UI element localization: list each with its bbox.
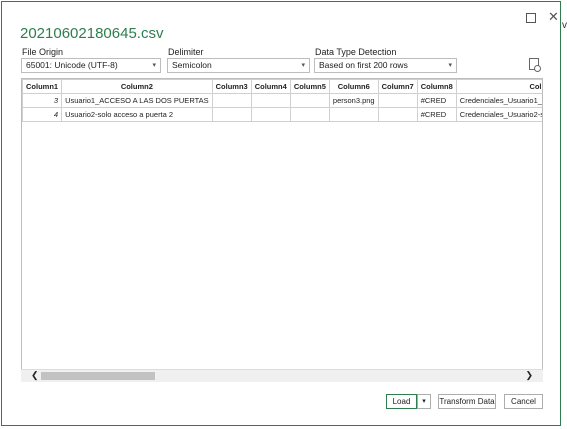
table-cell: [211, 93, 252, 108]
column-header[interactable]: Column1: [22, 79, 63, 94]
close-icon[interactable]: ✕: [548, 9, 559, 25]
table-row: 3 Usuario1_ACCESO A LAS DOS PUERTAS pers…: [22, 93, 542, 108]
table-cell: #CRED: [416, 93, 457, 108]
table-cell: [211, 107, 252, 122]
header-row: Column1 Column2 Column3 Column4 Column5 …: [22, 79, 542, 94]
column-header[interactable]: Column4: [250, 79, 291, 94]
table-cell: [250, 93, 291, 108]
horizontal-scrollbar[interactable]: ❮ ❯: [21, 369, 543, 382]
chevron-down-icon: ▾: [152, 62, 156, 69]
column-header[interactable]: Column5: [289, 79, 330, 94]
table-cell: [289, 93, 330, 108]
table-row: 4 Usuario2-solo acceso a puerta 2 #CRED …: [22, 107, 542, 122]
maximize-icon[interactable]: [526, 13, 536, 23]
chevron-down-icon: ▾: [448, 62, 452, 69]
edge-glyph: v: [562, 20, 567, 31]
scroll-left-icon[interactable]: ❮: [31, 370, 39, 381]
table-cell: 4: [22, 107, 63, 122]
column-header[interactable]: Column3: [211, 79, 252, 94]
file-origin-select[interactable]: 65001: Unicode (UTF-8) ▾: [21, 58, 161, 73]
chevron-down-icon: ▾: [301, 62, 305, 69]
detection-select[interactable]: Based on first 200 rows ▾: [314, 58, 457, 73]
preview-grid: Column1 Column2 Column3 Column4 Column5 …: [21, 78, 543, 381]
table-cell: [250, 107, 291, 122]
load-dropdown-button[interactable]: ▾: [417, 394, 431, 409]
scroll-right-icon[interactable]: ❯: [525, 370, 533, 381]
cancel-button[interactable]: Cancel: [504, 394, 543, 409]
scroll-thumb[interactable]: [41, 372, 155, 380]
file-title: 20210602180645.csv: [20, 25, 164, 42]
delimiter-label: Delimiter: [168, 47, 204, 57]
table-cell: [377, 107, 418, 122]
table-cell: [377, 93, 418, 108]
delimiter-select[interactable]: Semicolon ▾: [167, 58, 310, 73]
load-button[interactable]: Load: [386, 394, 417, 409]
column-header[interactable]: Colun: [455, 79, 542, 94]
column-header[interactable]: Column6: [328, 79, 379, 94]
table-cell: #CRED: [416, 107, 457, 122]
detection-value: Based on first 200 rows: [319, 60, 408, 70]
file-settings-icon[interactable]: [529, 58, 541, 72]
table-cell: [328, 107, 379, 122]
table-cell: Usuario1_ACCESO A LAS DOS PUERTAS: [61, 93, 213, 108]
table-cell: Usuario2-solo acceso a puerta 2: [61, 107, 213, 122]
table-cell: Credenciales_Usuario1_Ac: [455, 93, 542, 108]
table-cell: Credenciales_Usuario2-so: [455, 107, 542, 122]
detection-label: Data Type Detection: [315, 47, 397, 57]
file-origin-label: File Origin: [22, 47, 64, 57]
file-origin-value: 65001: Unicode (UTF-8): [26, 60, 118, 70]
column-header[interactable]: Column7: [377, 79, 418, 94]
table-cell: 3: [22, 93, 63, 108]
preview-table: Column1 Column2 Column3 Column4 Column5 …: [22, 79, 542, 122]
transform-data-button[interactable]: Transform Data: [438, 394, 496, 409]
table-cell: person3.png: [328, 93, 379, 108]
table-cell: [289, 107, 330, 122]
column-header[interactable]: Column8: [416, 79, 457, 94]
column-header[interactable]: Column2: [61, 79, 213, 94]
delimiter-value: Semicolon: [172, 60, 212, 70]
